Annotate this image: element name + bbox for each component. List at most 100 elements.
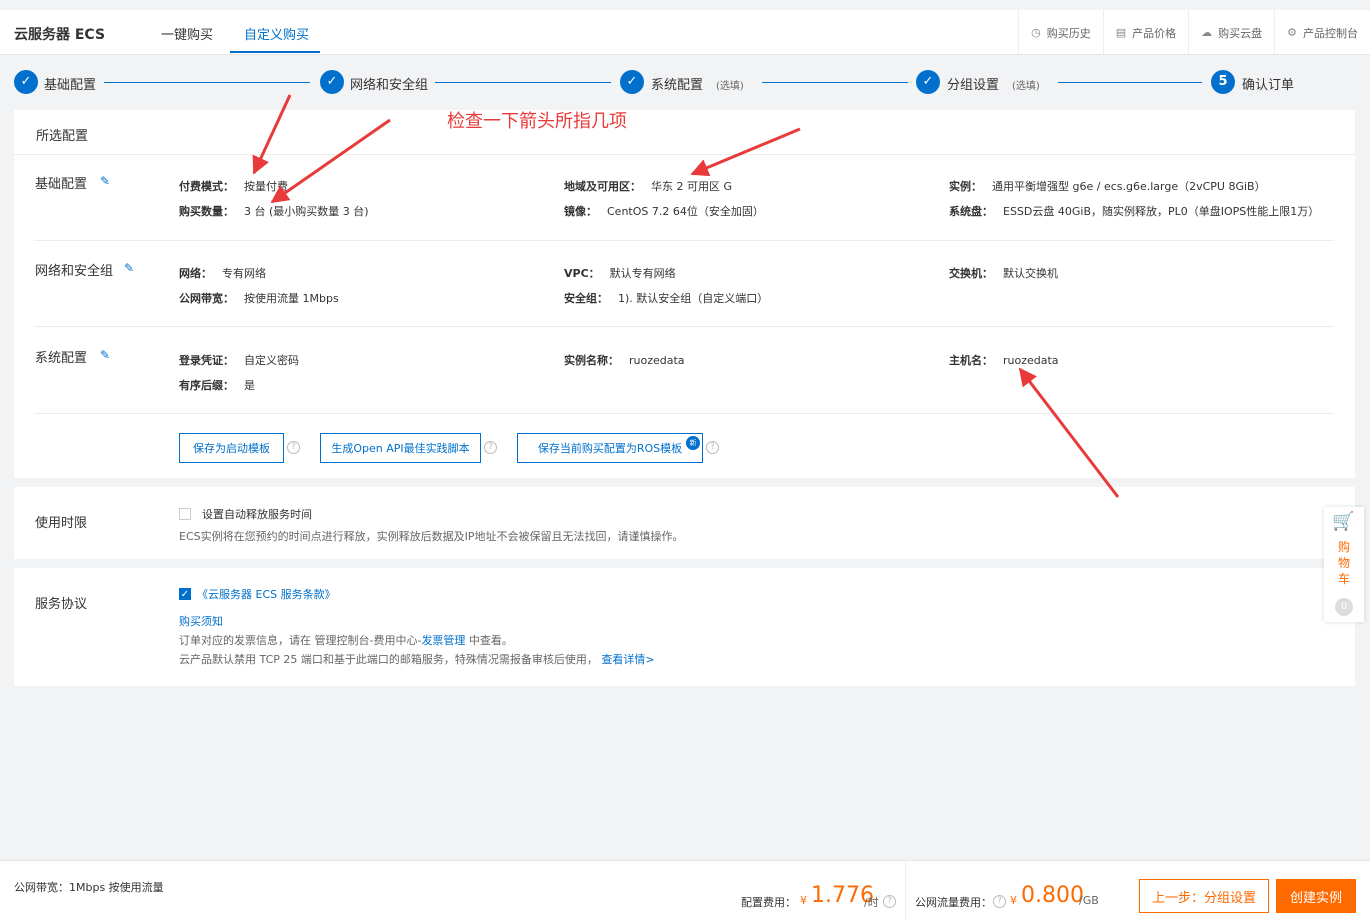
config-unit: /时	[864, 896, 879, 909]
edit-icon[interactable]: ✎	[100, 348, 110, 362]
invoice-note: 订单对应的发票信息，请在 管理控制台-费用中心-发票管理 中查看。	[179, 634, 513, 647]
step-group-optional: (选填)	[1012, 81, 1040, 92]
login-credential: 登录凭证： 自定义密码	[179, 354, 299, 367]
config-fee-label: 配置费用：	[741, 896, 796, 909]
duration-label: 使用时限	[35, 516, 88, 531]
edit-icon[interactable]: ✎	[124, 261, 134, 275]
save-ros-template-button[interactable]: 保存当前购买配置为ROS模板	[517, 433, 703, 463]
edit-icon[interactable]: ✎	[100, 174, 110, 188]
region-zone: 地域及可用区： 华东 2 可用区 G	[564, 180, 733, 193]
step-connector	[1058, 82, 1202, 83]
tab-one-click-buy[interactable]: 一键购买	[161, 24, 213, 43]
step-connector	[762, 82, 908, 83]
tab-custom-buy[interactable]: 自定义购买	[244, 24, 309, 43]
tcp25-note: 云产品默认禁用 TCP 25 端口和基于此端口的邮箱服务，特殊情况需报备审核后使…	[179, 653, 655, 666]
help-icon[interactable]: ?	[484, 441, 497, 454]
new-badge: 新	[686, 436, 700, 450]
purchase-history-label: 购买历史	[1046, 26, 1091, 40]
product-console-link[interactable]: ⚙ 产品控制台	[1274, 10, 1370, 55]
header-links: ◷ 购买历史 ▤ 产品价格 ☁ 购买云盘 ⚙ 产品控制台	[1018, 10, 1370, 55]
system-disk: 系统盘： ESSD云盘 40GiB，随实例释放，PL0（单盘IOPS性能上限1万）	[949, 205, 1320, 218]
cloud-disk-icon: ☁	[1201, 26, 1213, 39]
help-icon[interactable]: ?	[993, 895, 1006, 908]
agreement-label: 服务协议	[35, 597, 88, 612]
step-basic-label[interactable]: 基础配置	[44, 74, 96, 93]
step-progress: ✓ 基础配置 ✓ 网络和安全组 ✓ 系统配置 (选填) ✓ 分组设置 (选填) …	[0, 62, 1370, 102]
save-launch-template-button[interactable]: 保存为启动模板	[179, 433, 284, 463]
auto-release-label[interactable]: 设置自动释放服务时间	[202, 506, 312, 522]
traffic-price: 0.800	[1021, 883, 1084, 908]
buy-disk-label: 购买云盘	[1218, 26, 1263, 40]
cart-count-badge: 0	[1335, 598, 1353, 616]
traffic-fee-label: 公网流量费用：	[915, 896, 992, 909]
selected-config-panel: 所选配置 基础配置 ✎ 付费模式： 按量付费 购买数量： 3 台 (最小购买数量 3…	[14, 110, 1355, 478]
step-system-optional: (选填)	[716, 81, 744, 92]
divider	[34, 413, 1334, 414]
gear-icon: ⚙	[1287, 26, 1297, 39]
divider	[34, 326, 1334, 327]
purchase-notice-link[interactable]: 购买须知	[179, 613, 223, 629]
help-icon[interactable]: ?	[883, 895, 896, 908]
section-system-label: 系统配置	[35, 351, 88, 366]
public-bandwidth: 公网带宽： 按使用流量 1Mbps	[179, 292, 339, 305]
traffic-currency: ¥	[1010, 894, 1017, 907]
step-network-label[interactable]: 网络和安全组	[350, 74, 428, 93]
check-icon: ✓	[14, 70, 38, 94]
divider	[14, 154, 1355, 155]
image: 镜像： CentOS 7.2 64位（安全加固）	[564, 205, 764, 218]
hostname: 主机名： ruozedata	[949, 354, 1059, 367]
instance-type: 实例： 通用平衡增强型 g6e / ecs.g6e.large（2vCPU 8Gi…	[949, 180, 1266, 193]
product-price-link[interactable]: ▤ 产品价格	[1102, 10, 1188, 55]
security-group: 安全组： 1). 默认安全组（自定义端口）	[564, 292, 769, 305]
help-icon[interactable]: ?	[706, 441, 719, 454]
network-type: 网络： 专有网络	[179, 267, 266, 280]
step-connector	[104, 82, 310, 83]
step-connector	[435, 82, 611, 83]
bandwidth-summary: 公网带宽：1Mbps 按使用流量	[14, 881, 164, 894]
view-details-link[interactable]: 查看详情>	[601, 653, 654, 666]
step-system-label[interactable]: 系统配置	[651, 74, 703, 93]
duration-panel: 使用时限 设置自动释放服务时间 ECS实例将在您预约的时间点进行释放，实例释放后…	[14, 487, 1355, 559]
config-currency: ¥	[800, 894, 807, 907]
generate-openapi-script-button[interactable]: 生成Open API最佳实践脚本	[320, 433, 481, 463]
terms-link[interactable]: 《云服务器 ECS 服务条款》	[197, 586, 336, 602]
previous-step-button[interactable]: 上一步：分组设置	[1139, 879, 1269, 913]
traffic-unit: /GB	[1079, 894, 1099, 907]
product-price-label: 产品价格	[1132, 26, 1177, 40]
purchase-count: 购买数量： 3 台 (最小购买数量 3 台)	[179, 205, 369, 218]
annotation-text: 检查一下箭头所指几项	[447, 111, 627, 132]
step-group-label[interactable]: 分组设置	[947, 74, 999, 93]
ordered-suffix: 有序后缀：是	[179, 379, 255, 392]
section-basic-label: 基础配置	[35, 177, 88, 192]
top-bar: 云服务器 ECS 一键购买 自定义购买 ◷ 购买历史 ▤ 产品价格 ☁ 购买云盘…	[0, 10, 1370, 55]
product-console-label: 产品控制台	[1303, 26, 1358, 40]
divider	[905, 861, 906, 920]
invoice-manage-link[interactable]: 发票管理	[421, 634, 465, 647]
check-icon: ✓	[620, 70, 644, 94]
check-icon: ✓	[916, 70, 940, 94]
terms-checkbox[interactable]: ✓	[179, 588, 191, 600]
shopping-cart-widget[interactable]: 🛒 购物车 0	[1324, 507, 1364, 622]
section-network-label: 网络和安全组	[35, 264, 114, 279]
clock-icon: ◷	[1031, 26, 1041, 39]
buy-disk-link[interactable]: ☁ 购买云盘	[1188, 10, 1274, 55]
bottom-bar: 公网带宽：1Mbps 按使用流量 配置费用： ¥ 1.776 /时 ? 公网流量…	[0, 860, 1370, 920]
brand-title: 云服务器 ECS	[14, 27, 106, 43]
cart-label: 购物车	[1337, 540, 1350, 586]
release-warning: ECS实例将在您预约的时间点进行释放，实例释放后数据及IP地址不会被保留且无法找…	[179, 530, 684, 543]
billing-mode: 付费模式： 按量付费	[179, 180, 288, 193]
help-icon[interactable]: ?	[287, 441, 300, 454]
divider	[34, 240, 1334, 241]
instance-name: 实例名称： ruozedata	[564, 354, 685, 367]
auto-release-checkbox[interactable]	[179, 508, 191, 520]
selected-config-title: 所选配置	[36, 129, 89, 144]
document-icon: ▤	[1115, 26, 1127, 39]
purchase-history-link[interactable]: ◷ 购买历史	[1018, 10, 1103, 55]
vswitch: 交换机： 默认交换机	[949, 267, 1058, 280]
create-instance-button[interactable]: 创建实例	[1276, 879, 1356, 913]
check-icon: ✓	[320, 70, 344, 94]
agreement-panel: 服务协议 ✓ 《云服务器 ECS 服务条款》 购买须知 订单对应的发票信息，请在…	[14, 568, 1355, 686]
cart-icon: 🛒	[1332, 511, 1355, 532]
step-confirm-label: 确认订单	[1242, 78, 1295, 93]
step-number-5: 5	[1211, 70, 1235, 94]
